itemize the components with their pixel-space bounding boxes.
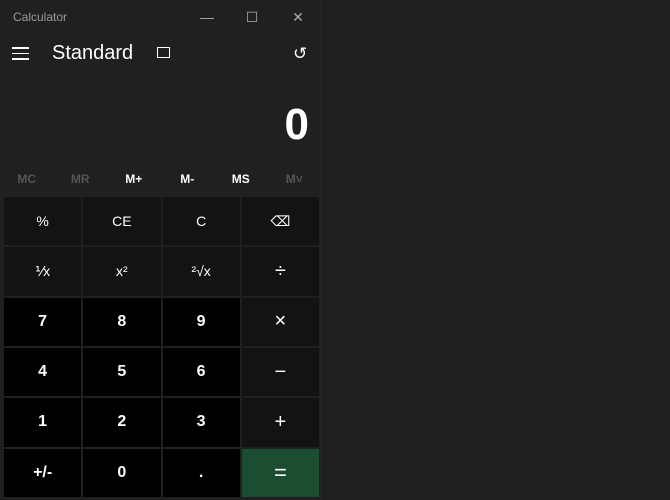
percent-button[interactable]: % <box>4 197 82 246</box>
2-button[interactable]: 2 <box>83 398 161 447</box>
reciprocal-button[interactable]: ⅟x <box>4 247 82 296</box>
memory-ms[interactable]: MS <box>214 172 268 186</box>
add-button[interactable]: + <box>241 398 319 447</box>
keypad: % CE C ⌫ ⅟x x² ²√x ÷ 7 8 9 × 4 5 6− 1 2 3 + +/- 0. = <box>4 197 319 497</box>
clear-button[interactable]: C <box>162 197 240 246</box>
history-icon[interactable]: ↺ <box>293 44 307 64</box>
8-button[interactable]: 8 <box>83 297 161 346</box>
close-button[interactable]: ✕ <box>275 4 321 30</box>
mode-title: Standard <box>52 42 134 64</box>
6-button[interactable]: 6 <box>162 347 240 397</box>
negate-button[interactable]: +/- <box>4 448 82 497</box>
equals-button[interactable]: = <box>241 448 319 497</box>
subtract-button[interactable]: − <box>241 347 319 397</box>
menu-icon[interactable] <box>12 47 29 64</box>
divide-button[interactable]: ÷ <box>241 247 319 296</box>
keep-on-top-icon[interactable] <box>157 47 170 58</box>
4-button[interactable]: 4 <box>4 347 82 397</box>
9-button[interactable]: 9 <box>162 297 240 346</box>
window-title: Calculator <box>13 10 68 24</box>
memory-mminus[interactable]: M- <box>161 172 215 186</box>
1-button[interactable]: 1 <box>4 398 82 447</box>
3-button[interactable]: 3 <box>162 398 240 447</box>
minimize-button[interactable]: — <box>184 4 230 30</box>
memory-mc: MC <box>17 172 37 186</box>
calculator-window: Calculator — ☐ ✕ Standard ↺ 0 MC MR M+ M- MS… <box>0 0 322 500</box>
backspace-button[interactable]: ⌫ <box>241 197 319 246</box>
result-display: 0 <box>284 100 309 149</box>
multiply-button[interactable]: × <box>241 297 319 346</box>
decimal-button[interactable]: . <box>162 448 240 497</box>
square-root-button[interactable]: ²√x <box>162 247 240 296</box>
memory-m˅: M˅ <box>285 172 303 186</box>
memory-mr: MR <box>70 172 90 186</box>
5-button[interactable]: 5 <box>83 347 161 397</box>
clear-entry-button[interactable]: CE <box>83 197 161 246</box>
square-button[interactable]: x² <box>83 247 161 296</box>
7-button[interactable]: 7 <box>4 297 82 346</box>
memory-mplus[interactable]: M+ <box>107 172 161 186</box>
maximize-button[interactable]: ☐ <box>229 4 275 30</box>
0-button[interactable]: 0 <box>83 448 161 497</box>
memory-bar: MC MR M+ M- MS M˅ <box>0 172 321 186</box>
